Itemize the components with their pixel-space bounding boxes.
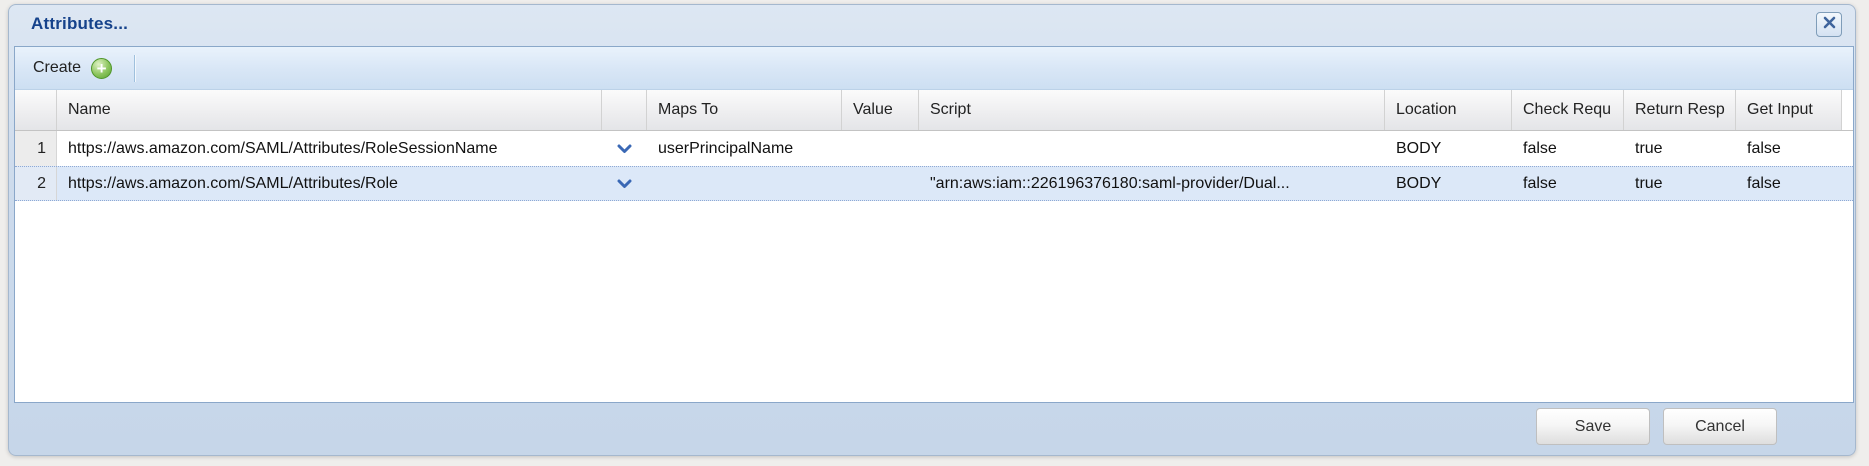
footer-button-bar: Save Cancel [1536,408,1777,445]
name-cell: https://aws.amazon.com/SAML/Attributes/R… [57,167,602,200]
toolbar: Create + [15,47,1853,90]
header-check-required[interactable]: Check Requ [1512,90,1624,130]
maps-to-cell [647,167,842,200]
header-name[interactable]: Name [57,90,602,130]
save-button[interactable]: Save [1536,408,1650,445]
get-input-cell: false [1736,167,1842,200]
grid-empty-area [15,201,1853,403]
table-row[interactable]: 1 https://aws.amazon.com/SAML/Attributes… [15,131,1853,166]
row-filler [1842,131,1853,166]
close-button[interactable] [1816,12,1842,37]
header-filler [1842,90,1853,130]
header-get-input[interactable]: Get Input [1736,90,1842,130]
create-button[interactable]: Create + [27,54,118,83]
return-response-cell: true [1624,167,1736,200]
header-dropdown-col [602,90,647,130]
return-response-cell: true [1624,131,1736,166]
script-cell [919,131,1385,166]
dialog-title: Attributes... [31,14,128,34]
header-rownum [15,90,57,130]
check-required-cell: false [1512,167,1624,200]
maps-to-cell: userPrincipalName [647,131,842,166]
attributes-dialog: Attributes... Create + Name Maps To Valu… [8,4,1856,456]
dropdown-trigger[interactable] [602,167,647,200]
check-required-cell: false [1512,131,1624,166]
header-value[interactable]: Value [842,90,919,130]
row-number-cell: 2 [15,167,57,200]
create-button-label: Create [33,59,81,77]
value-cell [842,131,919,166]
grid-header: Name Maps To Value Script Location Check… [15,90,1853,131]
script-cell: "arn:aws:iam::226196376180:saml-provider… [919,167,1385,200]
location-cell: BODY [1385,131,1512,166]
chevron-down-icon [617,144,632,154]
attributes-panel: Create + Name Maps To Value Script Locat… [14,46,1854,403]
dropdown-trigger[interactable] [602,131,647,166]
header-maps-to[interactable]: Maps To [647,90,842,130]
chevron-down-icon [617,179,632,189]
value-cell [842,167,919,200]
location-cell: BODY [1385,167,1512,200]
header-script[interactable]: Script [919,90,1385,130]
toolbar-separator [134,55,135,82]
header-location[interactable]: Location [1385,90,1512,130]
header-return-response[interactable]: Return Resp [1624,90,1736,130]
table-row-selected[interactable]: 2 https://aws.amazon.com/SAML/Attributes… [15,166,1853,201]
name-cell: https://aws.amazon.com/SAML/Attributes/R… [57,131,602,166]
get-input-cell: false [1736,131,1842,166]
plus-circle-icon: + [91,58,112,79]
cancel-button[interactable]: Cancel [1663,408,1777,445]
row-number-cell: 1 [15,131,57,166]
close-icon [1823,16,1836,34]
row-filler [1842,167,1853,200]
